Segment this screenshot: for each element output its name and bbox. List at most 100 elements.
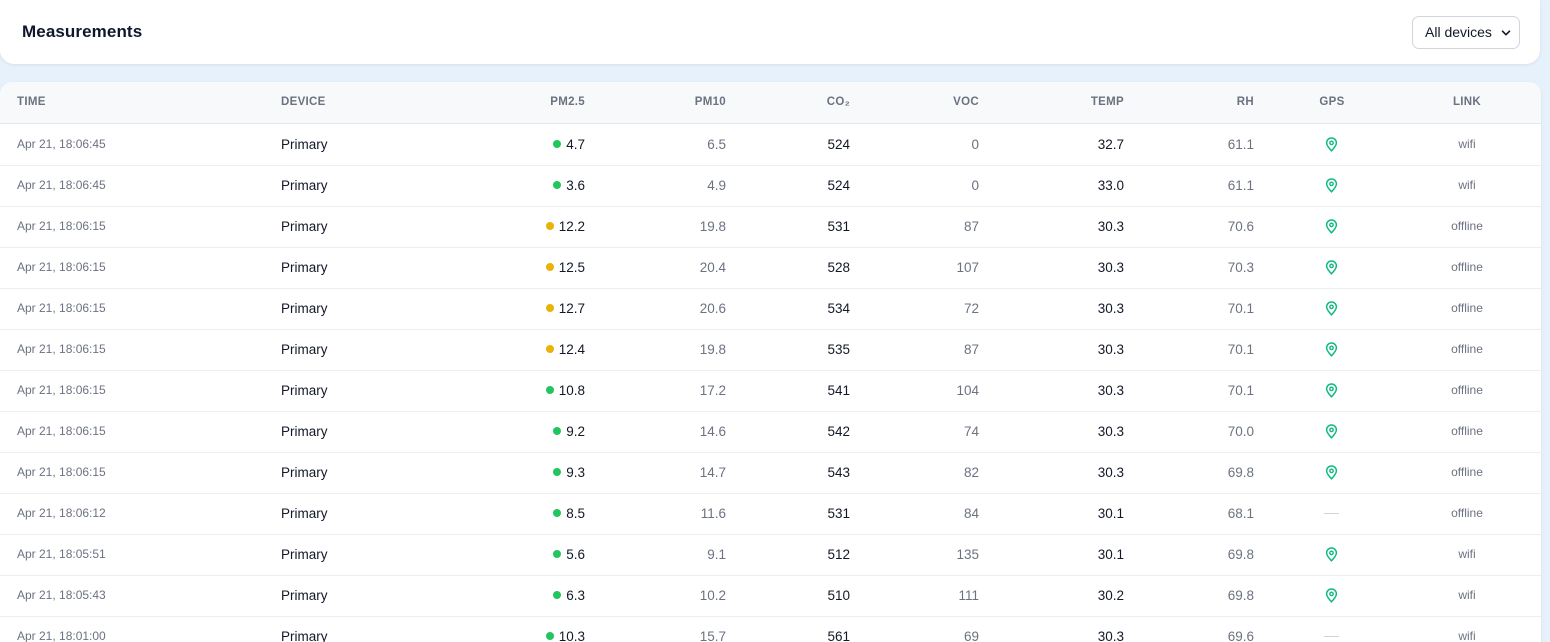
map-pin-icon[interactable]: [1325, 342, 1338, 357]
device-cell: Primary: [281, 588, 328, 603]
device-cell: Primary: [281, 342, 328, 357]
pm25-cell: 3.6: [435, 165, 585, 206]
column-header-rh[interactable]: RH: [1154, 82, 1254, 123]
table-row[interactable]: Apr 21, 18:06:15 Primary 9.2 14.6 542 74 30.3 7…: [0, 411, 1541, 453]
table-row[interactable]: Apr 21, 18:06:45 Primary 4.7 6.5 524 0 32.7 61.…: [0, 124, 1541, 166]
pm10-cell: 15.7: [699, 629, 726, 642]
time-cell: Apr 21, 18:06:15: [17, 424, 106, 438]
co2-cell: 524: [827, 137, 850, 152]
pm25-cell: 10.3: [435, 616, 585, 642]
map-pin-icon[interactable]: [1325, 260, 1338, 275]
link-cell: offline: [1451, 506, 1483, 520]
column-header-device[interactable]: DEVICE: [281, 82, 326, 123]
map-pin-icon[interactable]: [1325, 547, 1338, 562]
time-cell: Apr 21, 18:05:51: [17, 547, 106, 561]
voc-cell: 87: [963, 342, 979, 357]
pm25-value: 12.2: [558, 219, 585, 234]
voc-cell: 69: [963, 629, 979, 642]
status-dot: [545, 222, 554, 230]
column-header-temp[interactable]: TEMP: [1024, 82, 1124, 123]
table-row[interactable]: Apr 21, 18:01:00 Primary 10.3 15.7 561 69 30.3…: [0, 616, 1541, 642]
device-cell: Primary: [281, 424, 328, 439]
column-header-gps[interactable]: GPS: [1282, 82, 1382, 123]
pm25-value: 9.2: [566, 424, 585, 439]
pm10-cell: 19.8: [699, 219, 726, 234]
table-row[interactable]: Apr 21, 18:06:15 Primary 9.3 14.7 543 82 30.3 6…: [0, 452, 1541, 494]
pm25-cell: 12.4: [435, 329, 585, 370]
time-cell: Apr 21, 18:06:15: [17, 219, 106, 233]
map-pin-icon[interactable]: [1325, 588, 1338, 603]
column-header-time[interactable]: TIME: [17, 82, 46, 123]
pm10-cell: 14.7: [699, 465, 726, 480]
temp-cell: 30.3: [1097, 465, 1124, 480]
temp-cell: 30.3: [1097, 219, 1124, 234]
status-dot: [553, 140, 562, 148]
device-cell: Primary: [281, 178, 328, 193]
status-dot: [545, 263, 554, 271]
rh-cell: 69.8: [1227, 588, 1254, 603]
map-pin-icon[interactable]: [1325, 219, 1338, 234]
column-header-co2[interactable]: CO₂: [750, 82, 850, 123]
rh-cell: 70.3: [1227, 260, 1254, 275]
column-header-pm25[interactable]: PM2.5: [485, 82, 585, 123]
pm10-cell: 14.6: [699, 424, 726, 439]
link-cell: offline: [1451, 260, 1483, 274]
device-cell: Primary: [281, 301, 328, 316]
pm25-value: 4.7: [566, 137, 585, 152]
table-row[interactable]: Apr 21, 18:06:15 Primary 12.4 19.8 535 87 30.3…: [0, 329, 1541, 371]
device-filter-select[interactable]: All devices: [1412, 16, 1520, 49]
table-row[interactable]: Apr 21, 18:06:15 Primary 12.2 19.8 531 87 30.3…: [0, 206, 1541, 248]
table-row[interactable]: Apr 21, 18:05:43 Primary 6.3 10.2 510 111 30.2…: [0, 575, 1541, 617]
voc-cell: 74: [963, 424, 979, 439]
table-row[interactable]: Apr 21, 18:06:12 Primary 8.5 11.6 531 84 30.1 6…: [0, 493, 1541, 535]
time-cell: Apr 21, 18:06:15: [17, 301, 106, 315]
column-header-voc[interactable]: VOC: [879, 82, 979, 123]
table-row[interactable]: Apr 21, 18:05:51 Primary 5.6 9.1 512 135 30.1 6…: [0, 534, 1541, 576]
pm25-value: 10.8: [558, 383, 585, 398]
pm10-cell: 20.4: [699, 260, 726, 275]
pm10-cell: 17.2: [699, 383, 726, 398]
column-header-link[interactable]: LINK: [1417, 82, 1517, 123]
map-pin-icon[interactable]: [1325, 465, 1338, 480]
rh-cell: 70.6: [1227, 219, 1254, 234]
map-pin-icon[interactable]: [1325, 301, 1338, 316]
link-cell: offline: [1451, 383, 1483, 397]
chevron-down-icon: [1501, 30, 1511, 36]
temp-cell: 30.2: [1097, 588, 1124, 603]
co2-cell: 561: [827, 629, 850, 642]
voc-cell: 84: [963, 506, 979, 521]
table-row[interactable]: Apr 21, 18:06:45 Primary 3.6 4.9 524 0 33.0 61.…: [0, 165, 1541, 207]
time-cell: Apr 21, 18:06:15: [17, 465, 106, 479]
status-dot: [553, 427, 562, 435]
map-pin-icon[interactable]: [1325, 178, 1338, 193]
device-cell: Primary: [281, 383, 328, 398]
pm25-cell: 12.7: [435, 288, 585, 329]
co2-cell: 541: [827, 383, 850, 398]
map-pin-icon[interactable]: [1325, 137, 1338, 152]
co2-cell: 543: [827, 465, 850, 480]
map-pin-icon[interactable]: [1325, 424, 1338, 439]
column-header-pm10[interactable]: PM10: [626, 82, 726, 123]
map-pin-icon[interactable]: [1325, 383, 1338, 398]
pm10-cell: 19.8: [699, 342, 726, 357]
rh-cell: 69.8: [1227, 547, 1254, 562]
pm25-value: 8.5: [566, 506, 585, 521]
table-row[interactable]: Apr 21, 18:06:15 Primary 12.5 20.4 528 107 30.…: [0, 247, 1541, 289]
status-dot: [553, 550, 562, 558]
link-cell: offline: [1451, 342, 1483, 356]
rh-cell: 61.1: [1227, 178, 1254, 193]
time-cell: Apr 21, 18:06:15: [17, 383, 106, 397]
time-cell: Apr 21, 18:05:43: [17, 588, 106, 602]
page-header: Measurements All devices: [0, 0, 1540, 64]
table-row[interactable]: Apr 21, 18:06:15 Primary 12.7 20.6 534 72 30.3…: [0, 288, 1541, 330]
voc-cell: 111: [958, 588, 979, 603]
voc-cell: 82: [963, 465, 979, 480]
table-row[interactable]: Apr 21, 18:06:15 Primary 10.8 17.2 541 104 30.…: [0, 370, 1541, 412]
voc-cell: 0: [971, 137, 979, 152]
pm25-cell: 8.5: [435, 493, 585, 534]
pm25-cell: 12.5: [435, 247, 585, 288]
pm10-cell: 11.6: [700, 506, 726, 521]
pm10-cell: 6.5: [707, 137, 726, 152]
pm10-cell: 9.1: [707, 547, 726, 562]
link-cell: offline: [1451, 301, 1483, 315]
